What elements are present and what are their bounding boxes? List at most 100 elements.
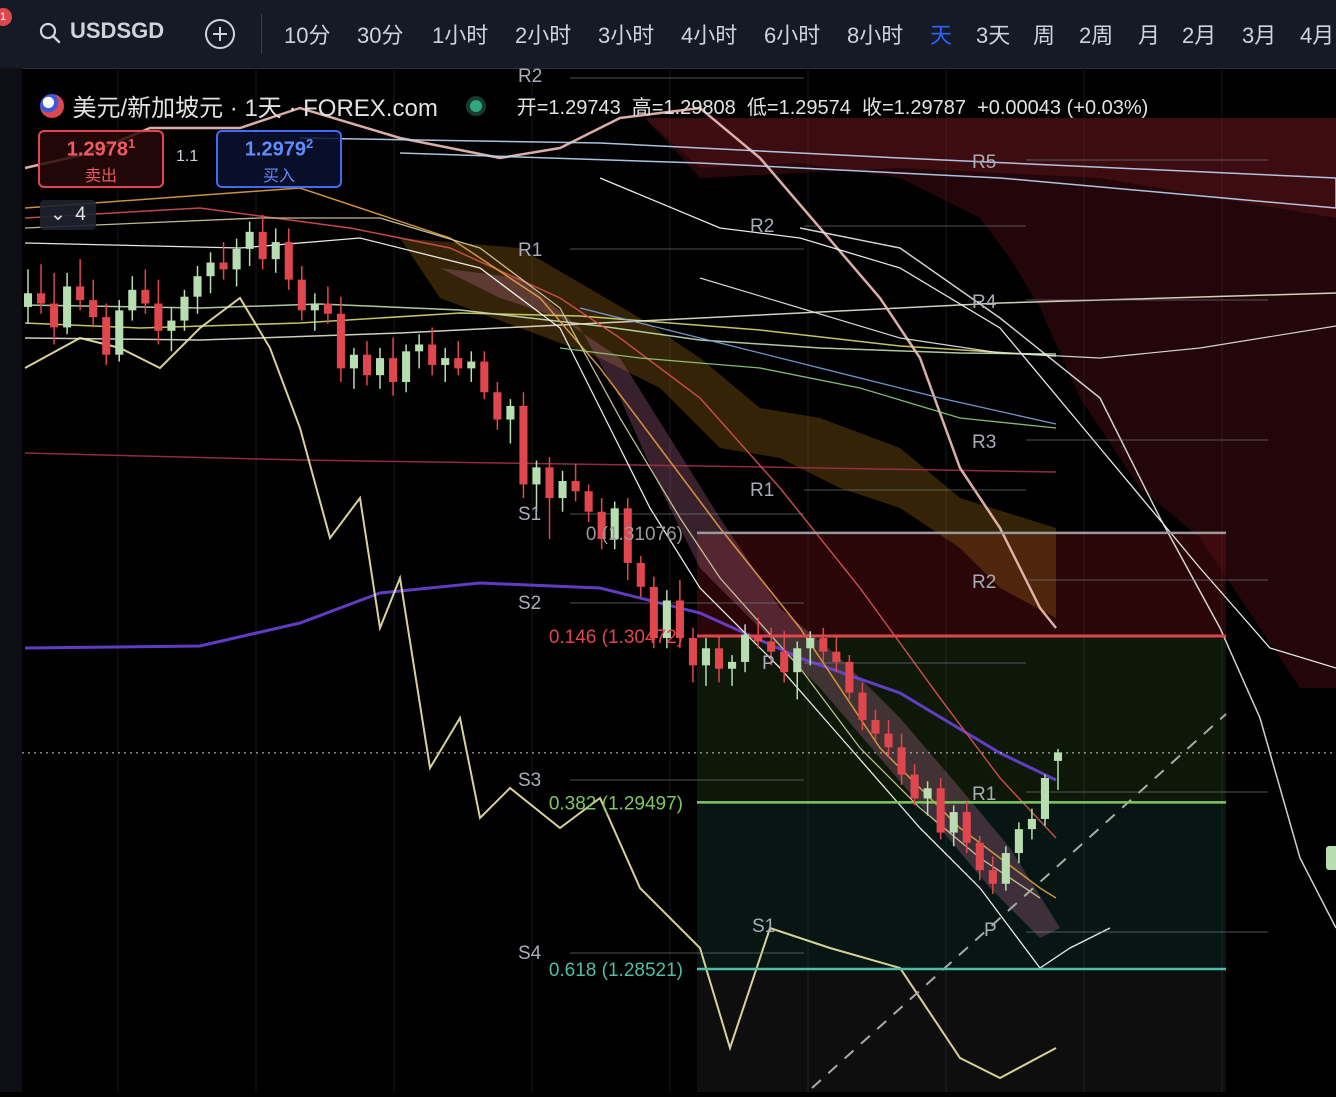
pivot-label-1: S1 (518, 504, 541, 525)
candle-body-1 (36, 293, 46, 304)
candle-body-35 (480, 361, 489, 393)
symbol-search-button[interactable]: USDSGD (70, 18, 164, 44)
candle-body-62 (832, 651, 841, 662)
candle-body-69 (923, 788, 932, 799)
candle-body-65 (871, 719, 880, 734)
candle-body-14 (206, 262, 215, 277)
search-icon[interactable] (38, 21, 62, 50)
top-toolbar: 1 USDSGD 10分 30分 1小时 2小时 3小时 4小时 6小时 8小时天 3天周 2周月… (0, 0, 1336, 69)
interval-11[interactable]: 2周 (1079, 18, 1113, 50)
fib-label-3: 0.618 (1.28521) (549, 960, 683, 981)
market-status-icon (470, 99, 483, 112)
candle-body-25 (349, 354, 358, 369)
candle-body-55 (741, 634, 750, 662)
symbol-title: 美元/新加坡元 · 1天 · FOREX.com (72, 95, 438, 122)
pivot-label-10: R4 (972, 292, 997, 313)
candle-body-70 (936, 788, 945, 833)
candle-body-78 (1040, 777, 1050, 819)
pivot-label-4: S4 (518, 943, 542, 964)
interval-7[interactable]: 8小时 (847, 18, 903, 50)
sell-price: 1.2978 (66, 138, 128, 161)
candle-body-10 (154, 303, 163, 331)
sell-button[interactable]: 1.29781 卖出 (38, 130, 164, 188)
interval-6[interactable]: 6小时 (764, 18, 820, 50)
sell-label: 卖出 (84, 167, 117, 185)
interval-2[interactable]: 1小时 (432, 18, 488, 50)
candle-body-7 (115, 310, 124, 355)
candle-body-58 (780, 651, 789, 673)
fib-zone-3 (697, 968, 1226, 1092)
candle-body-5 (89, 300, 98, 318)
notification-badge[interactable]: 1 (0, 8, 12, 26)
candle-body-37 (506, 405, 515, 420)
buy-price-pip: 2 (305, 136, 314, 151)
candle-body-59 (793, 648, 802, 673)
candle-body-40 (545, 467, 554, 499)
toolbar-divider (261, 14, 262, 54)
candle-body-41 (558, 481, 567, 499)
candle-body-20 (284, 242, 293, 280)
fib-zone-1 (697, 635, 1226, 803)
candle-body-64 (858, 692, 867, 720)
candle-body-16 (232, 248, 241, 270)
candle-body-13 (193, 276, 202, 297)
candle-body-53 (714, 648, 724, 669)
candle-body-75 (1001, 853, 1010, 884)
candle-body-6 (102, 317, 111, 355)
candle-body-29 (402, 351, 411, 383)
candle-body-24 (336, 313, 345, 369)
chevron-down-icon: ⌄ (50, 204, 66, 225)
candle-body-4 (76, 286, 85, 301)
interval-12[interactable]: 月 (1138, 18, 1160, 50)
pivot-label-15: R1 (518, 240, 542, 261)
candle-body-68 (910, 774, 919, 799)
interval-10[interactable]: 周 (1033, 18, 1055, 50)
indicator-collapse-button[interactable]: ⌄ 4 (40, 200, 96, 230)
plus-circle-icon[interactable] (204, 18, 236, 55)
candle-body-22 (310, 303, 319, 311)
sell-price-pip: 1 (127, 136, 136, 151)
pivot-label-13: R1 (972, 784, 996, 805)
interval-4[interactable]: 3小时 (598, 18, 654, 50)
interval-14[interactable]: 3月 (1242, 18, 1276, 50)
price-chart[interactable]: R2 S1 S2 S3 S4 R2 R1 P S1 R5 R4 R3 R2 R1 P R1 0 (1.31076… (0, 66, 1336, 1092)
candle-body-52 (701, 648, 711, 666)
interval-3[interactable]: 2小时 (515, 18, 571, 50)
interval-1[interactable]: 30分 (357, 18, 403, 50)
pivot-label-12: R2 (972, 572, 996, 593)
candle-body-17 (245, 231, 254, 249)
candle-body-30 (415, 344, 424, 352)
chart-canvas[interactable]: R2 S1 S2 S3 S4 R2 R1 P S1 R5 R4 R3 R2 R1 P R1 0 (1.31076… (0, 66, 1336, 1092)
interval-8[interactable]: 天 (930, 18, 952, 50)
pivot-label-0: R2 (518, 68, 542, 87)
candle-body-31 (428, 344, 437, 365)
candle-body-74 (988, 870, 997, 884)
candle-body-0 (23, 293, 33, 307)
candle-body-28 (389, 358, 398, 383)
pivot-label-11: R3 (972, 432, 996, 453)
candle-body-51 (688, 638, 697, 666)
us-flag-icon (40, 93, 64, 118)
interval-13[interactable]: 2月 (1182, 18, 1216, 50)
interval-5[interactable]: 4小时 (681, 18, 737, 50)
candle-body-66 (884, 733, 893, 748)
pivot-label-8: S1 (752, 916, 775, 937)
interval-15[interactable]: 4月 (1300, 18, 1334, 50)
pivot-label-6: R1 (750, 480, 774, 501)
candle-body-73 (975, 842, 984, 871)
candle-body-33 (454, 358, 463, 369)
candle-body-21 (297, 279, 306, 311)
candle-body-60 (806, 638, 815, 649)
candle-body-56 (754, 634, 763, 642)
candle-body-39 (532, 467, 541, 485)
candle-body-8 (128, 289, 137, 311)
interval-0[interactable]: 10分 (284, 18, 330, 50)
interval-9[interactable]: 3天 (976, 18, 1010, 50)
candle-body-57 (767, 641, 776, 652)
candle-body-11 (167, 320, 176, 331)
candle-body-77 (1027, 818, 1036, 830)
symbol-legend[interactable]: 美元/新加坡元 · 1天 · FOREX.com 开=1.29743 高=1.2… (40, 88, 1148, 123)
fib-label-2: 0.382 (1.29497) (549, 793, 683, 814)
buy-button[interactable]: 1.29792 买入 (216, 130, 342, 188)
candle-body-36 (493, 392, 502, 420)
